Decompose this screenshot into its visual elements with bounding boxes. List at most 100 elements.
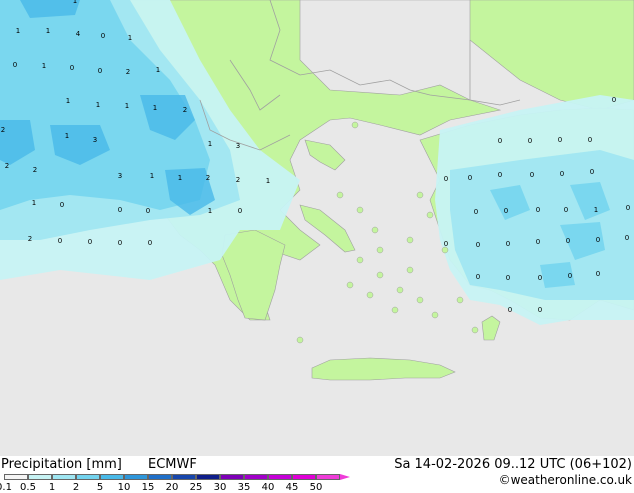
legend-label: 0.5 <box>20 482 36 493</box>
value-marker: 0 <box>508 306 512 314</box>
legend-label: 30 <box>213 482 227 493</box>
legend-swatch <box>28 474 52 480</box>
value-marker: 0 <box>70 64 74 72</box>
value-marker: 1 <box>42 62 46 70</box>
value-marker: 0 <box>118 206 122 214</box>
value-marker: 1 <box>266 177 270 185</box>
validity-time: Sa 14-02-2026 09..12 UTC (06+102) <box>394 457 632 472</box>
value-marker: 0 <box>538 306 542 314</box>
value-marker: 2 <box>126 68 130 76</box>
value-marker: 1 <box>594 206 598 214</box>
value-marker: 0 <box>468 174 472 182</box>
value-marker: 1 <box>150 172 154 180</box>
value-marker: 3 <box>236 142 240 150</box>
value-marker: 1 <box>32 199 36 207</box>
value-marker: 0 <box>60 201 64 209</box>
value-marker: 2 <box>236 176 240 184</box>
color-scale-legend: 0.10.5125101520253035404550 <box>0 474 350 493</box>
precipitation-map: 1 1 0 1 1 4 0 1 0 1 0 2 2 1 1 1 1 2 2 1 3 3 1 1 2 2 1 1 3 2 0 1 0 0 1 0 2 0 0 0… <box>0 0 634 456</box>
value-marker: 1 <box>208 207 212 215</box>
legend-swatch <box>100 474 124 480</box>
value-marker: 2 <box>5 162 9 170</box>
legend-label: 1 <box>48 482 56 493</box>
value-marker: 0 <box>148 239 152 247</box>
legend-label: 10 <box>117 482 131 493</box>
value-marker: 0 <box>590 168 594 176</box>
legend-label: 20 <box>165 482 179 493</box>
value-marker: 0 <box>88 238 92 246</box>
value-marker: 0 <box>588 136 592 144</box>
value-marker: 1 <box>125 102 129 110</box>
legend-label: 35 <box>237 482 251 493</box>
value-marker: 0 <box>596 236 600 244</box>
legend-swatch <box>76 474 100 480</box>
legend-swatch <box>220 474 244 480</box>
value-marker: 0 <box>566 237 570 245</box>
model-name: ECMWF <box>148 457 197 472</box>
value-marker: 1 <box>16 27 20 35</box>
value-marker: 3 <box>118 172 122 180</box>
credit-text: ©weatheronline.co.uk <box>498 473 632 487</box>
value-marker: 0 <box>444 175 448 183</box>
value-marker: 0 <box>625 234 629 242</box>
value-marker: 0 <box>528 137 532 145</box>
value-marker: 0 <box>626 204 630 212</box>
value-marker: 0 <box>474 208 478 216</box>
map-footer: Precipitation [mm] ECMWF Sa 14-02-2026 0… <box>0 456 634 493</box>
value-marker: 0 <box>238 207 242 215</box>
legend-swatch <box>268 474 292 480</box>
value-marker: 0 <box>612 96 616 104</box>
legend-swatch <box>172 474 196 480</box>
legend-label: 25 <box>189 482 203 493</box>
value-marker: 0 <box>596 270 600 278</box>
value-marker: 1 <box>153 104 157 112</box>
value-marker: 0 <box>536 206 540 214</box>
value-marker: 0 <box>118 239 122 247</box>
legend-swatch <box>316 474 340 480</box>
legend-arrow <box>340 474 350 480</box>
value-marker: 2 <box>33 166 37 174</box>
value-marker: 0 <box>498 137 502 145</box>
value-marker: 0 <box>504 207 508 215</box>
value-marker: 0 <box>564 206 568 214</box>
legend-swatch <box>196 474 220 480</box>
legend-label: 40 <box>261 482 275 493</box>
value-marker: 0 <box>98 67 102 75</box>
value-marker: 1 <box>73 0 77 5</box>
value-marker: 1 <box>46 27 50 35</box>
legend-label: 50 <box>309 482 323 493</box>
value-marker: 2 <box>28 235 32 243</box>
value-marker: 0 <box>538 274 542 282</box>
legend-swatch <box>124 474 148 480</box>
value-marker: 1 <box>65 132 69 140</box>
value-marker: 0 <box>536 238 540 246</box>
value-marker: 0 <box>476 241 480 249</box>
value-marker: 2 <box>1 126 5 134</box>
legend-swatch <box>52 474 76 480</box>
value-marker: 0 <box>58 237 62 245</box>
map-title: Precipitation [mm] <box>1 457 122 472</box>
legend-swatch <box>4 474 28 480</box>
value-marker: 1 <box>128 34 132 42</box>
value-marker: 1 <box>156 66 160 74</box>
value-marker: 0 <box>530 171 534 179</box>
value-marker: 0 <box>476 273 480 281</box>
value-marker: 1 <box>96 101 100 109</box>
value-marker: 0 <box>568 272 572 280</box>
value-marker: 1 <box>208 140 212 148</box>
value-marker: 1 <box>178 174 182 182</box>
value-marker: 0 <box>101 32 105 40</box>
value-marker: 3 <box>93 136 97 144</box>
value-marker: 0 <box>506 274 510 282</box>
value-marker: 2 <box>183 106 187 114</box>
value-marker: 4 <box>76 30 81 38</box>
legend-swatch <box>148 474 172 480</box>
value-marker: 0 <box>560 170 564 178</box>
value-marker: 0 <box>146 207 150 215</box>
value-marker: 2 <box>206 174 210 182</box>
value-marker: 0 <box>506 240 510 248</box>
value-marker: 0 <box>444 240 448 248</box>
value-marker: 0 <box>498 171 502 179</box>
value-marker: 0 <box>13 61 17 69</box>
legend-swatch <box>292 474 316 480</box>
